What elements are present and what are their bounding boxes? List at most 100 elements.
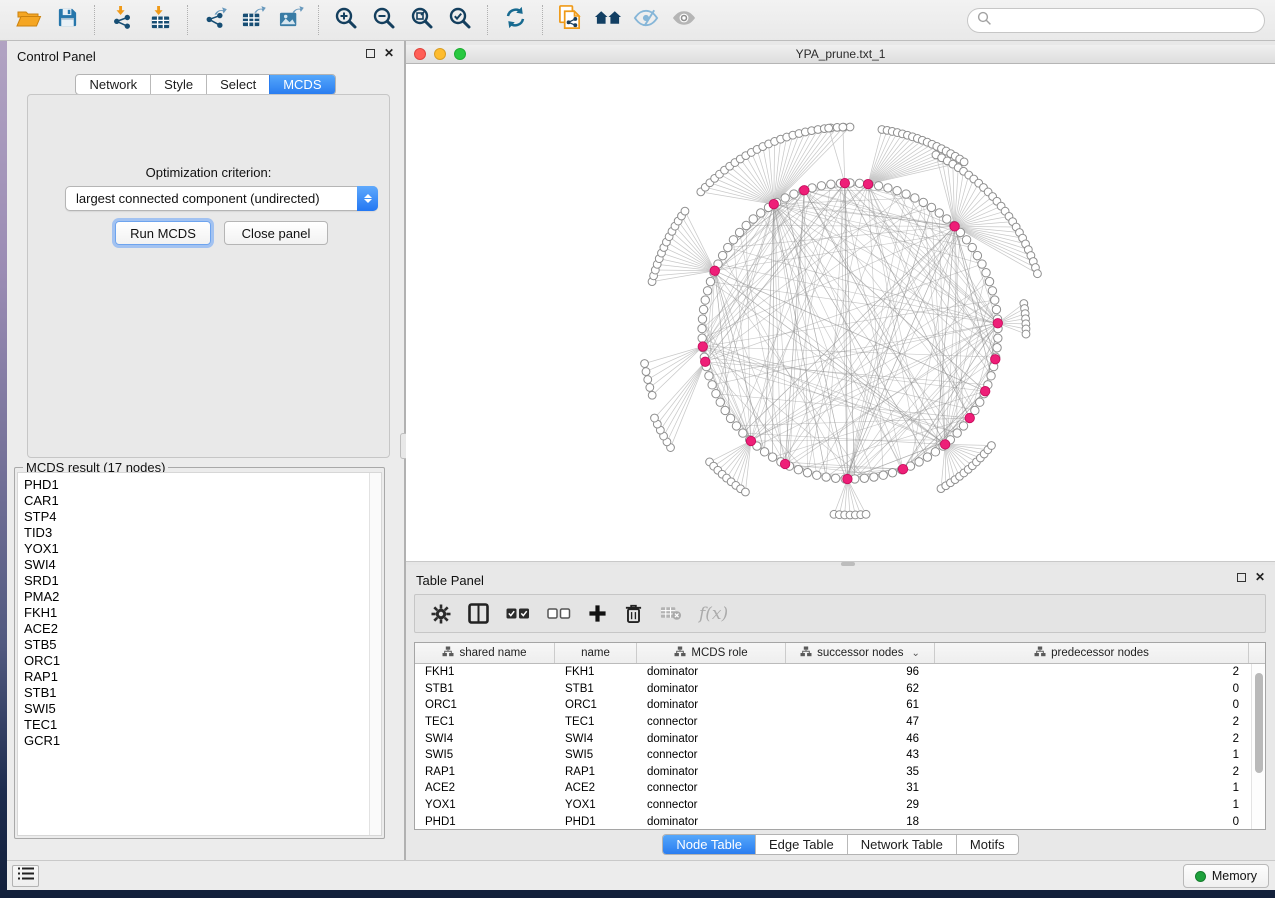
network-node[interactable] bbox=[718, 251, 726, 259]
tab-select[interactable]: Select bbox=[206, 75, 269, 94]
tab-mcds[interactable]: MCDS bbox=[269, 75, 334, 94]
mcds-result-item[interactable]: ORC1 bbox=[18, 653, 381, 669]
satellite-node[interactable] bbox=[862, 510, 870, 518]
satellite-node[interactable] bbox=[641, 360, 649, 368]
tab-style[interactable]: Style bbox=[150, 75, 206, 94]
zoom-out-button[interactable] bbox=[367, 5, 401, 35]
mcds-hub-node[interactable] bbox=[746, 436, 755, 445]
list-scrollbar[interactable] bbox=[369, 473, 381, 835]
panel-list-mode-button[interactable] bbox=[12, 865, 39, 887]
network-node[interactable] bbox=[794, 466, 802, 474]
zoom-in-button[interactable] bbox=[329, 5, 363, 35]
network-node[interactable] bbox=[953, 429, 961, 437]
column-header-name[interactable]: name bbox=[555, 643, 637, 663]
mcds-result-item[interactable]: TEC1 bbox=[18, 717, 381, 733]
table-row[interactable]: ACE2ACE2connector311 bbox=[415, 780, 1265, 797]
network-node[interactable] bbox=[732, 422, 740, 430]
delete-column-button[interactable] bbox=[624, 603, 643, 624]
network-node[interactable] bbox=[855, 179, 863, 187]
mcds-hub-node[interactable] bbox=[769, 199, 778, 208]
close-panel-icon[interactable]: ✕ bbox=[1255, 573, 1265, 582]
network-node[interactable] bbox=[973, 251, 981, 259]
network-node[interactable] bbox=[985, 277, 993, 285]
zoom-selected-button[interactable] bbox=[443, 5, 477, 35]
node-table[interactable]: shared namenameMCDS rolesuccessor nodes⌄… bbox=[414, 642, 1266, 830]
table-row[interactable]: YOX1YOX1connector291 bbox=[415, 797, 1265, 814]
mcds-hub-node[interactable] bbox=[991, 355, 1000, 364]
close-panel-icon[interactable]: ✕ bbox=[384, 49, 394, 58]
mcds-result-item[interactable]: GCR1 bbox=[18, 733, 381, 749]
mcds-hub-node[interactable] bbox=[950, 222, 959, 231]
open-session-button[interactable] bbox=[12, 5, 46, 35]
satellite-node[interactable] bbox=[648, 391, 656, 399]
network-node[interactable] bbox=[982, 269, 990, 277]
mcds-hub-node[interactable] bbox=[701, 357, 710, 366]
network-node[interactable] bbox=[701, 296, 709, 304]
table-row[interactable]: SWI4SWI4dominator462 bbox=[415, 730, 1265, 747]
network-node[interactable] bbox=[874, 182, 882, 190]
network-node[interactable] bbox=[729, 236, 737, 244]
network-node[interactable] bbox=[831, 474, 839, 482]
network-node[interactable] bbox=[712, 389, 720, 397]
mcds-hub-node[interactable] bbox=[898, 464, 907, 473]
table-row[interactable]: FKH1FKH1dominator962 bbox=[415, 664, 1265, 681]
network-node[interactable] bbox=[724, 243, 732, 251]
satellite-node[interactable] bbox=[1034, 270, 1042, 278]
mcds-result-item[interactable]: TID3 bbox=[18, 525, 381, 541]
mcds-hub-node[interactable] bbox=[863, 179, 872, 188]
show-annotations-button[interactable] bbox=[667, 5, 701, 35]
network-node[interactable] bbox=[705, 372, 713, 380]
mcds-hub-node[interactable] bbox=[710, 266, 719, 275]
network-node[interactable] bbox=[988, 287, 996, 295]
network-node[interactable] bbox=[931, 448, 939, 456]
table-tab-edge-table[interactable]: Edge Table bbox=[755, 835, 847, 854]
satellite-node[interactable] bbox=[988, 442, 996, 450]
network-node[interactable] bbox=[698, 315, 706, 323]
mcds-hub-node[interactable] bbox=[965, 413, 974, 422]
network-canvas[interactable] bbox=[406, 64, 1275, 561]
network-node[interactable] bbox=[992, 305, 1000, 313]
network-node[interactable] bbox=[870, 473, 878, 481]
zoom-fit-button[interactable] bbox=[405, 5, 439, 35]
network-node[interactable] bbox=[760, 448, 768, 456]
network-node[interactable] bbox=[716, 398, 724, 406]
network-node[interactable] bbox=[742, 221, 750, 229]
network-node[interactable] bbox=[721, 406, 729, 414]
mcds-hub-node[interactable] bbox=[840, 178, 849, 187]
network-node[interactable] bbox=[927, 203, 935, 211]
network-node[interactable] bbox=[962, 236, 970, 244]
network-node[interactable] bbox=[726, 414, 734, 422]
network-node[interactable] bbox=[884, 184, 892, 192]
mcds-result-item[interactable]: RAP1 bbox=[18, 669, 381, 685]
run-mcds-button[interactable]: Run MCDS bbox=[115, 221, 211, 245]
export-network-button[interactable] bbox=[198, 5, 232, 35]
satellite-node[interactable] bbox=[825, 124, 833, 132]
mcds-result-item[interactable]: CAR1 bbox=[18, 493, 381, 509]
network-node[interactable] bbox=[976, 398, 984, 406]
column-header-successor-nodes[interactable]: successor nodes⌄ bbox=[786, 643, 935, 663]
deselect-all-button[interactable] bbox=[547, 608, 571, 619]
network-node[interactable] bbox=[768, 453, 776, 461]
network-node[interactable] bbox=[749, 215, 757, 223]
export-table-button[interactable] bbox=[236, 5, 270, 35]
export-image-button[interactable] bbox=[274, 5, 308, 35]
network-node[interactable] bbox=[888, 469, 896, 477]
satellite-node[interactable] bbox=[651, 414, 659, 422]
table-row[interactable]: SWI5SWI5connector431 bbox=[415, 747, 1265, 764]
mcds-result-item[interactable]: PHD1 bbox=[18, 477, 381, 493]
table-options-button[interactable] bbox=[431, 604, 451, 624]
satellite-node[interactable] bbox=[646, 384, 654, 392]
mcds-result-item[interactable]: STB1 bbox=[18, 685, 381, 701]
mcds-result-item[interactable]: SWI5 bbox=[18, 701, 381, 717]
save-session-button[interactable] bbox=[50, 5, 84, 35]
show-columns-button[interactable] bbox=[468, 603, 489, 624]
home-hierarchy-button[interactable] bbox=[591, 5, 625, 35]
table-row[interactable]: PHD1PHD1dominator180 bbox=[415, 813, 1265, 830]
network-node[interactable] bbox=[919, 198, 927, 206]
mcds-hub-node[interactable] bbox=[940, 440, 949, 449]
scrollbar-thumb[interactable] bbox=[1255, 673, 1263, 773]
table-tab-node-table[interactable]: Node Table bbox=[663, 835, 755, 854]
network-node[interactable] bbox=[879, 471, 887, 479]
column-header-shared-name[interactable]: shared name bbox=[415, 643, 555, 663]
column-header-predecessor-nodes[interactable]: predecessor nodes bbox=[935, 643, 1249, 663]
